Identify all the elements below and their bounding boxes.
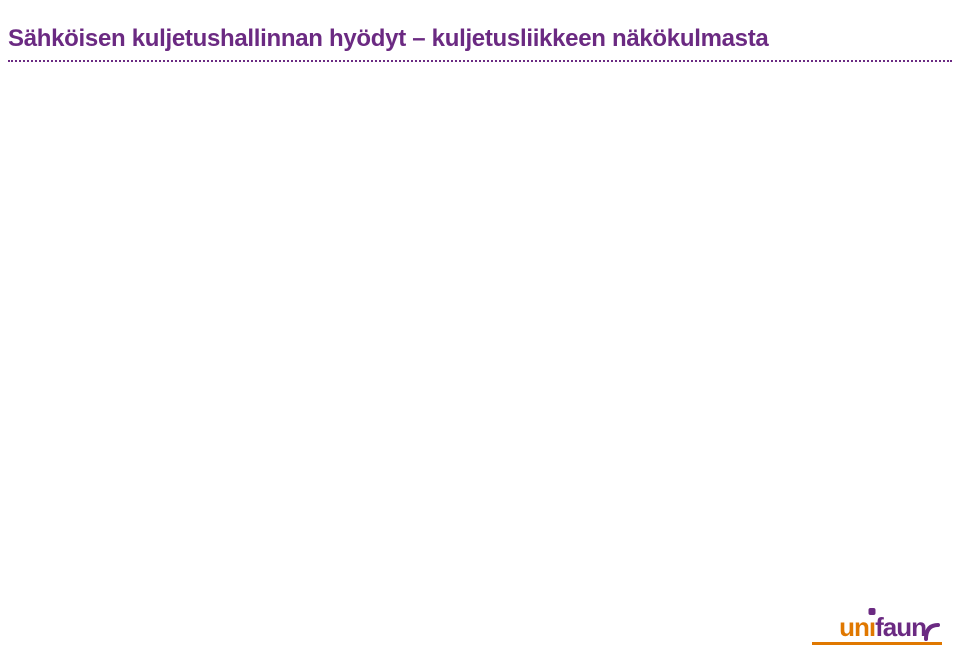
slide-title: Sähköisen kuljetushallinnan hyödyt – kul…	[8, 25, 768, 53]
logo-text: un ı faun	[839, 612, 942, 643]
logo-part-uni: un	[839, 612, 869, 643]
slide-container: Sähköisen kuljetushallinnan hyödyt – kul…	[0, 0, 960, 657]
logo-arc-icon	[924, 619, 942, 643]
title-divider	[8, 60, 952, 62]
brand-logo: un ı faun	[839, 612, 942, 643]
logo-dot-icon	[868, 608, 875, 615]
logo-letter-i: ı	[869, 612, 875, 643]
logo-part-faun: faun	[875, 612, 926, 643]
